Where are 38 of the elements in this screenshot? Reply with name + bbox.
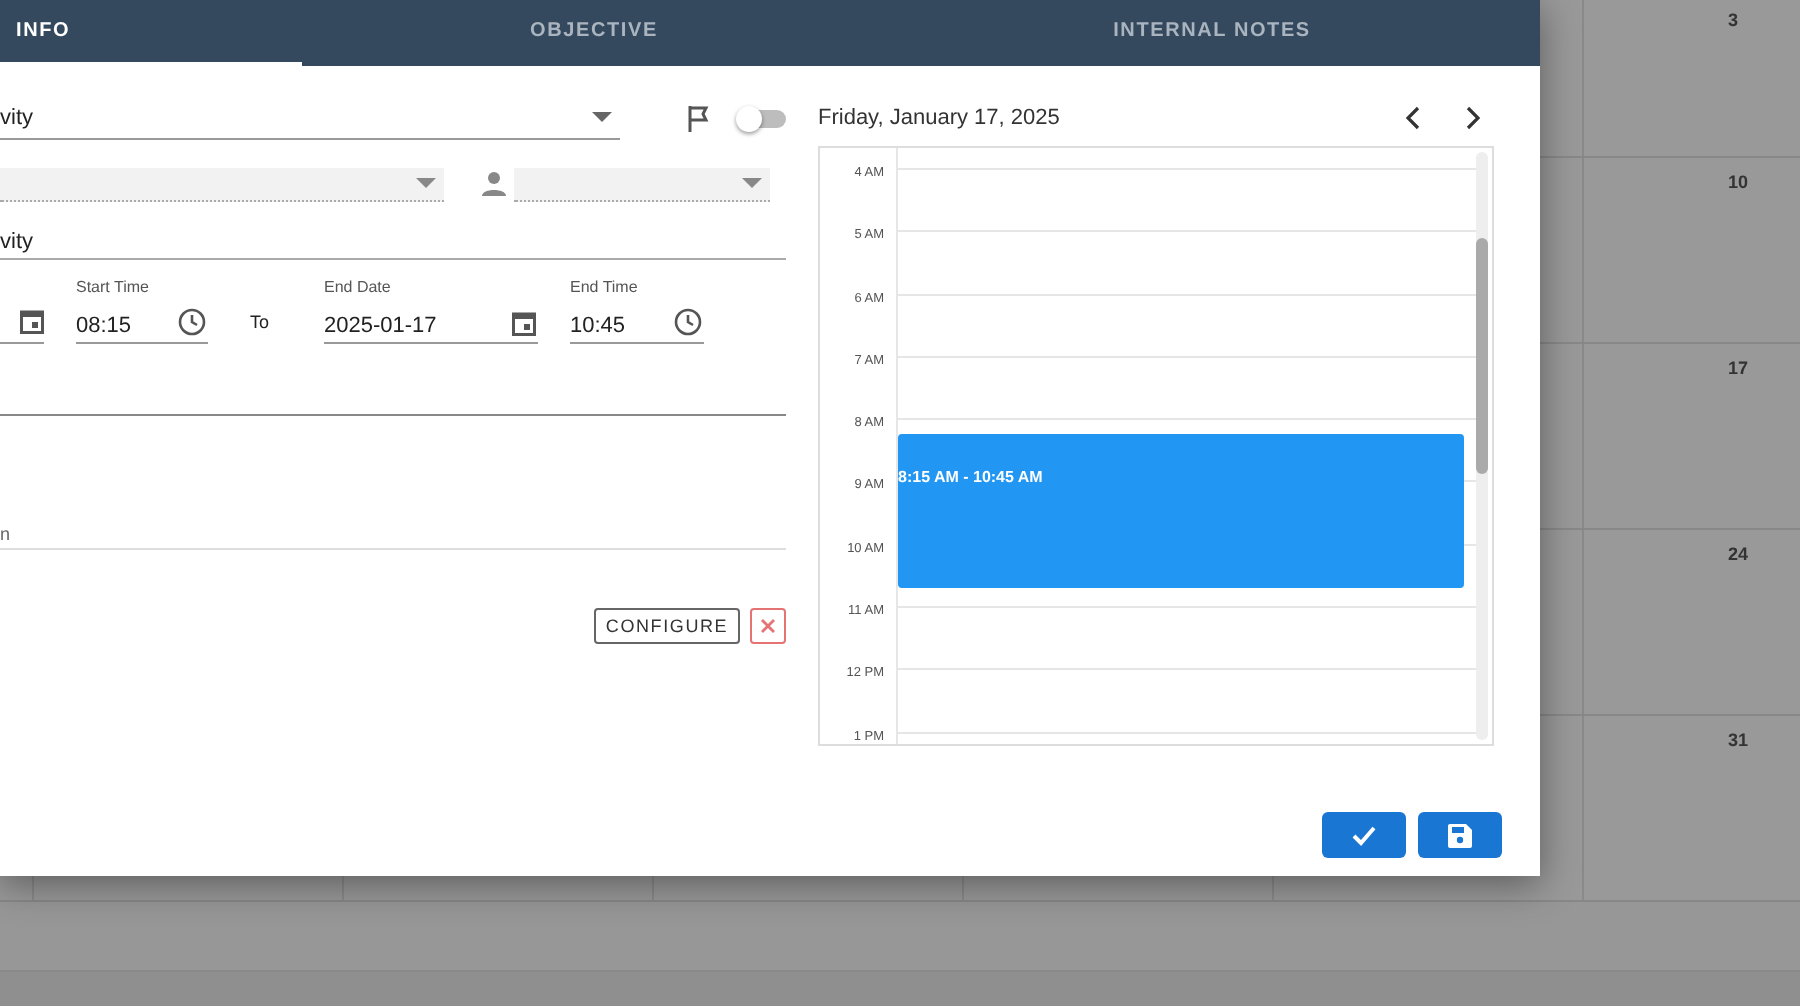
end-time-field[interactable]: End Time 10:45 xyxy=(570,278,704,344)
dropdown-caret-icon xyxy=(416,178,436,188)
tab[interactable]: OBJECTIVE xyxy=(302,0,886,66)
title-field[interactable]: vity xyxy=(0,220,786,260)
flag-icon xyxy=(686,104,714,132)
tab[interactable]: INTERNAL NOTES xyxy=(886,0,1538,66)
clock-icon xyxy=(178,308,206,336)
close-icon xyxy=(760,618,776,634)
person-icon xyxy=(480,170,508,198)
confirm-button[interactable] xyxy=(1322,812,1406,858)
dropdown-caret-icon xyxy=(592,112,612,122)
type-select[interactable]: vity xyxy=(0,96,620,140)
remove-button[interactable] xyxy=(750,608,786,644)
dropdown-field[interactable] xyxy=(514,167,770,201)
start-time-field[interactable]: Start Time 08:15 xyxy=(76,278,208,344)
end-date-field[interactable]: End Date 2025-01-17 xyxy=(324,278,538,344)
save-icon xyxy=(1448,823,1472,847)
day-number: 10 xyxy=(1728,172,1749,192)
scrollbar[interactable] xyxy=(1476,152,1488,740)
calendar-icon xyxy=(512,310,536,336)
clock-icon xyxy=(674,308,702,336)
day-number: 3 xyxy=(1728,10,1739,30)
save-button[interactable] xyxy=(1418,812,1502,858)
chevron-right-icon[interactable] xyxy=(1464,106,1480,130)
calendar-icon xyxy=(20,308,44,334)
date-title: Friday, January 17, 2025 xyxy=(818,106,1060,130)
toggle-switch[interactable] xyxy=(740,109,786,127)
checkmark-icon xyxy=(1352,825,1376,845)
location-field[interactable]: n xyxy=(0,510,786,550)
chevron-left-icon[interactable] xyxy=(1406,106,1422,130)
dropdown-field[interactable] xyxy=(0,167,444,201)
dropdown-caret-icon xyxy=(742,178,762,188)
configure-button[interactable]: CONFIGURE xyxy=(594,608,740,644)
day-number: 24 xyxy=(1728,544,1749,564)
to-label: To xyxy=(248,311,272,331)
day-number: 17 xyxy=(1728,358,1749,378)
tab[interactable]: INFO xyxy=(0,0,302,66)
day-number: 31 xyxy=(1728,730,1749,750)
